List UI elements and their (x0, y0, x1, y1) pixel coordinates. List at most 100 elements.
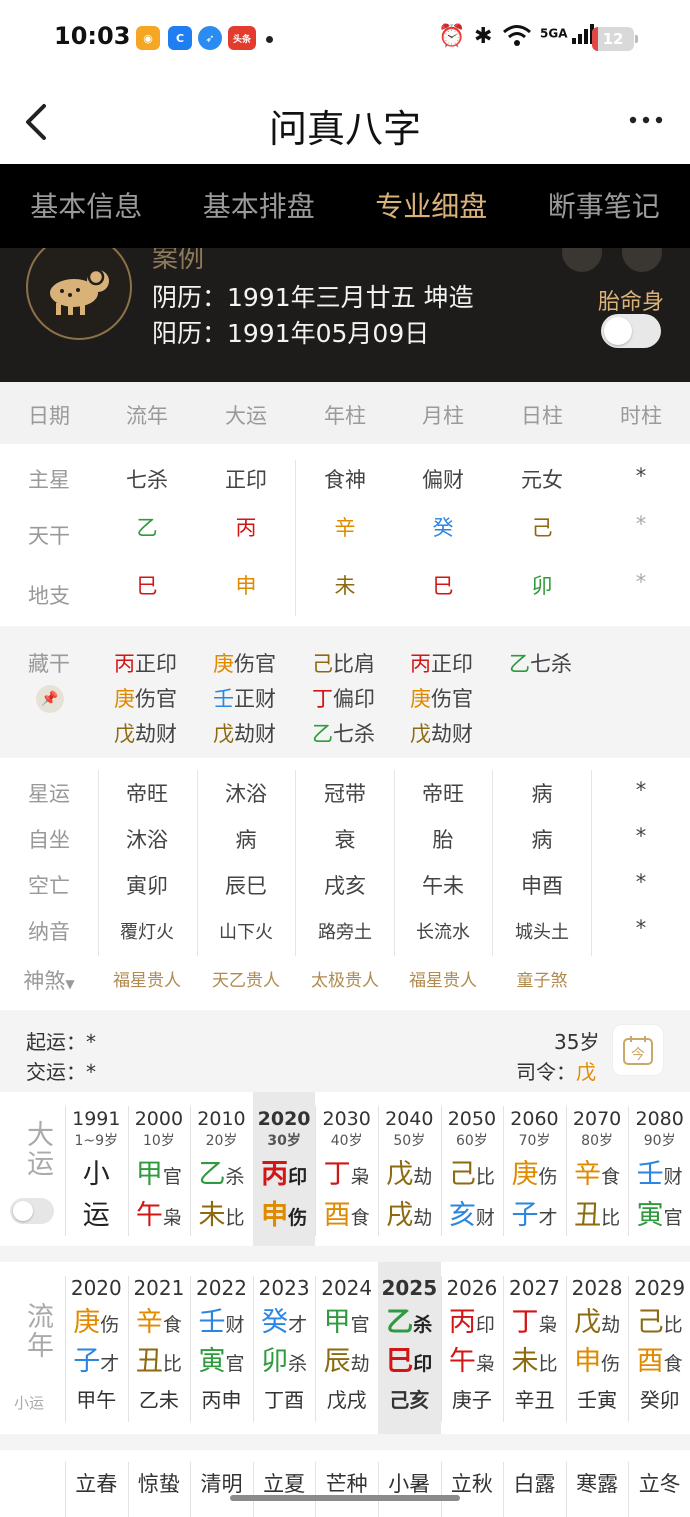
hidden-stem-entry: 乙七杀 (509, 648, 572, 678)
big-luck-cell[interactable]: 2010 20岁 乙杀 未比 (190, 1092, 253, 1246)
hidden-stem-entry: 庚伤官 (213, 648, 276, 678)
shensha-tag: 福星贵人 (409, 971, 477, 991)
stem-char: 丁 (511, 1307, 539, 1338)
today-button[interactable]: 今 (612, 1024, 664, 1076)
solar-term: 立夏 (263, 1472, 306, 1496)
big-luck-cell[interactable]: 1991 1~9岁小运 (65, 1092, 128, 1246)
flow-year-cell[interactable]: 2022 壬财 寅官 丙申 (190, 1262, 253, 1434)
branch-god: 劫 (413, 1207, 433, 1229)
branch-char: 寅 (198, 1346, 226, 1377)
tab-professional-chart[interactable]: 专业细盘 (345, 164, 518, 250)
flow-year-cell[interactable]: 2027 丁枭 未比 辛丑 (503, 1262, 566, 1434)
stem-char: 庚 (511, 1159, 539, 1190)
flow-year-year: 2028 (571, 1276, 623, 1300)
big-luck-cell[interactable]: 2080 90岁 壬财 寅官 (628, 1092, 690, 1246)
col-day-pillar: 日柱 (521, 404, 563, 428)
hidden-stem-entry: 丙正印 (410, 648, 473, 678)
big-luck-stem: 辛食 (566, 1152, 629, 1191)
row-label-main-star: 主星 (28, 468, 70, 492)
big-luck-cell[interactable]: 2000 10岁 甲官 午枭 (128, 1092, 191, 1246)
star-row-cell: 病 (531, 828, 553, 852)
big-luck-toggle[interactable] (10, 1198, 54, 1224)
branch-god: 印 (413, 1353, 433, 1375)
settings-icon[interactable] (562, 248, 602, 272)
hidden-stem-entry: 乙七杀 (312, 718, 375, 748)
star-row-cell: * (635, 824, 647, 848)
earthly-branch-cell: 巳 (432, 574, 454, 598)
stem-god: 财 (663, 1166, 683, 1188)
big-luck-year: 2010 (197, 1108, 246, 1130)
hidden-stem-char: 戊 (410, 722, 431, 746)
flow-year-year: 2020 (70, 1276, 122, 1300)
hidden-stem-char: 己 (312, 652, 333, 676)
main-star-cell: * (635, 464, 647, 488)
edit-icon[interactable] (622, 248, 662, 272)
tab-basic-info[interactable]: 基本信息 (0, 164, 173, 250)
star-row-label: 空亡 (28, 874, 70, 898)
stem-char: 乙 (198, 1159, 226, 1190)
column-header: 日期 流年 大运 年柱 月柱 日柱 时柱 (0, 382, 690, 444)
hidden-stem-god: 伤官 (234, 652, 276, 676)
solar-term: 芒种 (325, 1472, 368, 1496)
big-luck-cell[interactable]: 2070 80岁 辛食 丑比 (566, 1092, 629, 1246)
col-month-pillar: 月柱 (422, 404, 464, 428)
hidden-stem-god: 劫财 (431, 722, 473, 746)
status-time: 10:03 (54, 22, 131, 50)
flow-year-cell[interactable]: 2026 丙印 午枭 庚子 (441, 1262, 504, 1434)
minor-luck-ganzhi: 乙未 (138, 1388, 179, 1412)
heavenly-stem-cell: 己 (531, 516, 553, 540)
flow-year-cell[interactable]: 2021 辛食 丑比 乙未 (128, 1262, 191, 1434)
big-luck-stem: 甲官 (128, 1152, 191, 1191)
big-luck-age: 20岁 (205, 1133, 238, 1149)
flow-year-stem: 庚伤 (65, 1300, 128, 1339)
flow-year-cell[interactable]: 2028 戊劫 申伤 壬寅 (566, 1262, 629, 1434)
minor-luck-ganzhi: 癸卯 (639, 1388, 680, 1412)
shensha-dropdown[interactable]: 神煞▼ (0, 965, 98, 995)
tab-basic-chart[interactable]: 基本排盘 (173, 164, 346, 250)
star-row-cell: 城头土 (515, 922, 569, 943)
more-options-icon[interactable] (628, 112, 668, 128)
big-luck-cell[interactable]: 2020 30岁 丙印 申伤 (252, 1092, 316, 1246)
flow-year-branch: 丑比 (128, 1339, 191, 1378)
branch-char: 丑 (574, 1200, 602, 1231)
big-luck-cell[interactable]: 2060 70岁 庚伤 子才 (503, 1092, 566, 1246)
flow-year-label: 流年 (22, 1302, 53, 1360)
flow-year-stem: 丁枭 (503, 1300, 566, 1339)
flow-year-cell[interactable]: 2029 己比 酉食 癸卯 (628, 1262, 690, 1434)
branch-god: 伤 (288, 1207, 308, 1229)
flow-year-branch: 酉食 (628, 1339, 690, 1378)
flow-year-stem: 癸才 (253, 1300, 316, 1339)
flow-year-cell[interactable]: 2025 乙杀 巳印 己亥 (378, 1262, 441, 1434)
row-label-stem: 天干 (28, 524, 70, 548)
flow-year-stem: 己比 (628, 1300, 690, 1339)
stem-god: 劫 (413, 1166, 433, 1188)
flow-year-cell[interactable]: 2023 癸才 卯杀 丁酉 (253, 1262, 316, 1434)
earthly-branch-cell: 巳 (136, 574, 158, 598)
flow-year-cell[interactable]: 2024 甲官 辰劫 戊戌 (315, 1262, 378, 1434)
pin-icon[interactable]: 📌 (36, 685, 64, 713)
flow-year-year: 2027 (509, 1276, 560, 1300)
branch-god: 比 (601, 1207, 621, 1229)
flow-year-year: 2026 (446, 1276, 498, 1300)
star-fortune-section: 星运 帝旺 沐浴 冠带 帝旺病 * 自坐 沐浴病衰胎病 * 空亡 寅卯 辰巳 戌亥 午未 申酉 * 纳音 覆灯火山… (0, 758, 690, 1010)
solar-term: 惊蛰 (137, 1472, 180, 1496)
heavenly-stem-cell: 丙 (235, 516, 257, 540)
stem-char: 丙 (261, 1159, 289, 1190)
big-luck-cell[interactable]: 2030 40岁 丁枭 酉食 (315, 1092, 378, 1246)
big-luck-branch: 亥财 (441, 1193, 504, 1232)
star-row-cell: * (635, 870, 647, 894)
big-luck-cell[interactable]: 2040 50岁 戊劫 戌劫 (378, 1092, 441, 1246)
flow-year-cell[interactable]: 2020 庚伤 子才 甲午 (65, 1262, 128, 1434)
minor-luck-ganzhi: 戊戌 (326, 1388, 367, 1412)
tab-notes[interactable]: 断事笔记 (518, 164, 690, 250)
flow-year-branch: 卯杀 (253, 1339, 316, 1378)
status-bar: 10:03 ◉ C ➶ 头条 ⏰ ✱ 5GA 12 (0, 0, 690, 80)
big-luck-stem: 庚伤 (503, 1152, 566, 1191)
flow-year-branch: 辰劫 (315, 1339, 378, 1378)
col-year-pillar: 年柱 (324, 404, 366, 428)
fetal-toggle[interactable] (601, 314, 661, 348)
big-luck-cell[interactable]: 2050 60岁 己比 亥财 (441, 1092, 504, 1246)
weibo-icon: ◉ (136, 26, 160, 50)
earthly-branch-cell: 申 (235, 574, 257, 598)
col-hour-pillar: 时柱 (620, 404, 662, 428)
